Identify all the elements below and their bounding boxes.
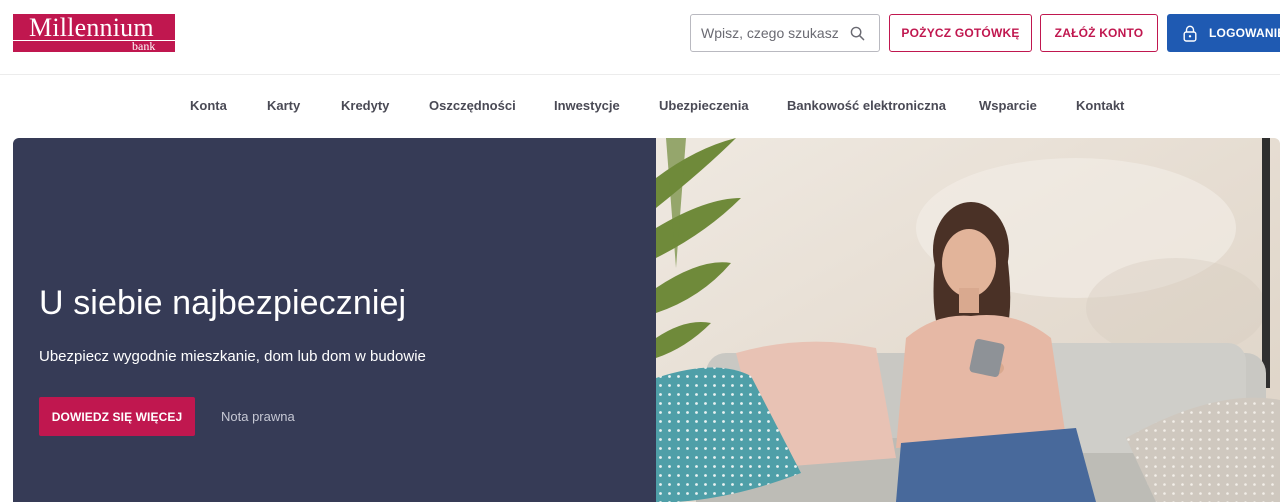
hero-image [656,138,1280,502]
search-icon[interactable] [850,26,865,41]
millennium-bank-logo[interactable]: Millennium bank [13,14,175,52]
logo-wordmark: Millennium [29,13,154,42]
login-label: LOGOWANIE [1209,26,1280,40]
hero-illustration [656,138,1280,502]
site-header: Millennium bank POŻYCZ GOTÓWKĘ ZAŁÓŻ KON… [0,0,1280,75]
main-navigation: Konta Karty Kredyty Oszczędności Inwesty… [0,76,1280,136]
legal-note-link[interactable]: Nota prawna [221,409,295,424]
nav-item-bankowosc-elektroniczna[interactable]: Bankowość elektroniczna [787,98,946,113]
nav-item-ubezpieczenia[interactable]: Ubezpieczenia [659,98,749,113]
hero-subtitle: Ubezpiecz wygodnie mieszkanie, dom lub d… [39,348,426,365]
search-input[interactable] [701,23,841,43]
search-box[interactable] [690,14,880,52]
nav-item-oszczednosci[interactable]: Oszczędności [429,98,516,113]
hero-title: U siebie najbezpieczniej [39,284,407,322]
logo-subtext: bank [132,39,156,53]
lock-icon [1183,25,1197,42]
open-account-button[interactable]: ZAŁÓŻ KONTO [1040,14,1158,52]
hero-panel: U siebie najbezpieczniej Ubezpiecz wygod… [13,138,656,502]
nav-item-karty[interactable]: Karty [267,98,300,113]
nav-item-kontakt[interactable]: Kontakt [1076,98,1124,113]
nav-item-kredyty[interactable]: Kredyty [341,98,389,113]
login-button[interactable]: LOGOWANIE [1167,14,1280,52]
learn-more-button[interactable]: DOWIEDZ SIĘ WIĘCEJ [39,397,195,436]
nav-item-wsparcie[interactable]: Wsparcie [979,98,1037,113]
nav-item-inwestycje[interactable]: Inwestycje [554,98,620,113]
loan-button[interactable]: POŻYCZ GOTÓWKĘ [889,14,1032,52]
nav-item-konta[interactable]: Konta [190,98,227,113]
